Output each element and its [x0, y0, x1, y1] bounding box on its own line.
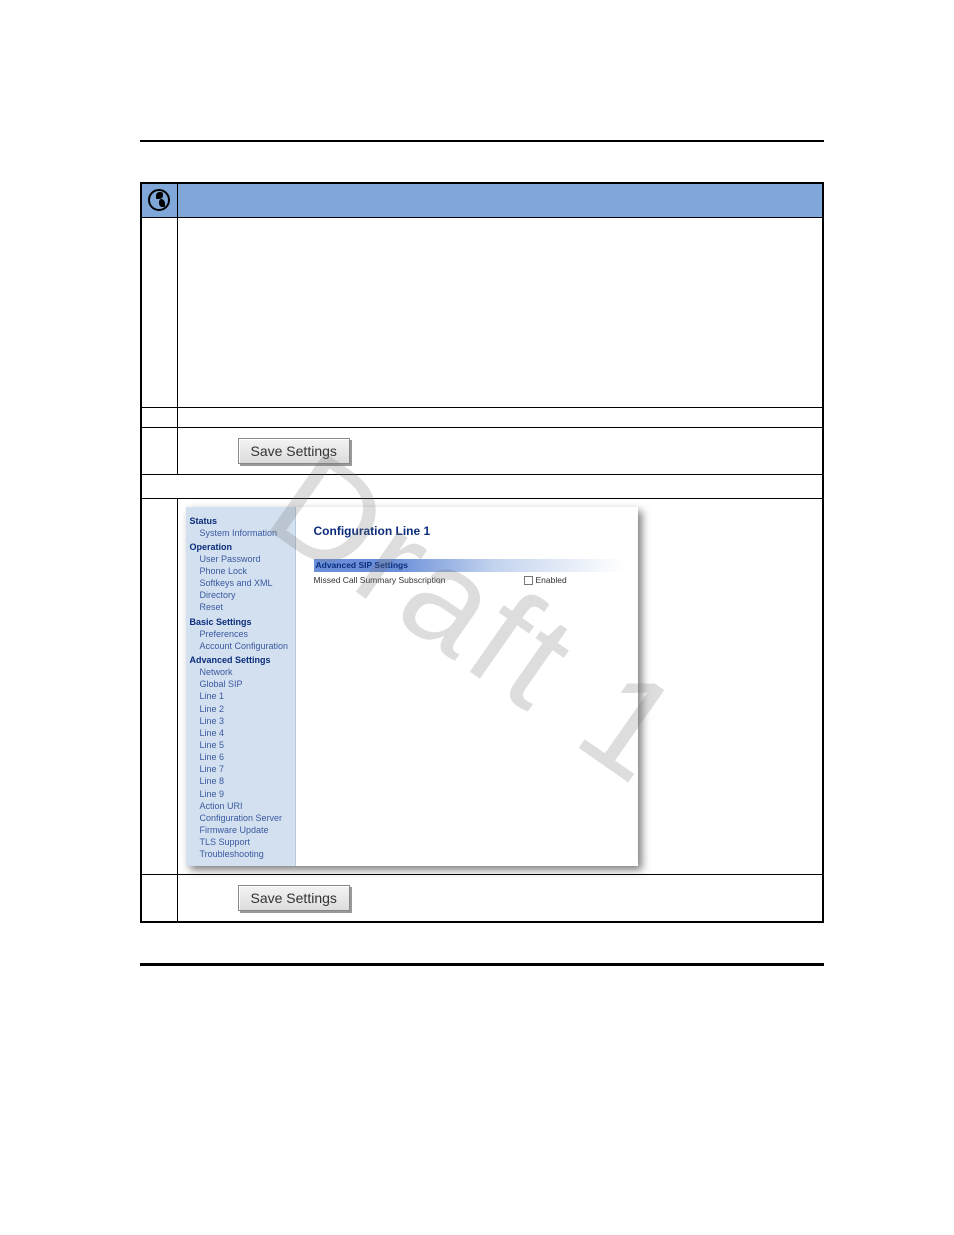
- save-button[interactable]: Save Settings: [238, 438, 350, 464]
- step-content-cell: [177, 217, 823, 407]
- screenshot-cell: StatusSystem Information OperationUser Pa…: [177, 498, 823, 875]
- table-row: [141, 217, 823, 407]
- spacer-left: [141, 474, 177, 498]
- screenshot-row: StatusSystem Information OperationUser Pa…: [141, 498, 823, 875]
- sidebar-group-header: Operation: [190, 541, 291, 553]
- step-number-cell: [141, 875, 177, 923]
- sidebar-item[interactable]: Network: [190, 666, 291, 678]
- sidebar-item[interactable]: Directory: [190, 589, 291, 601]
- globe-icon: [148, 189, 170, 211]
- sidebar-group-header: Advanced Settings: [190, 654, 291, 666]
- procedure-table: Save Settings StatusSystem Information Op…: [140, 182, 824, 923]
- sidebar-group-header: Status: [190, 515, 291, 527]
- checkbox-group: Enabled: [524, 575, 567, 586]
- sidebar-item[interactable]: Line 4: [190, 727, 291, 739]
- sidebar-item[interactable]: Line 7: [190, 763, 291, 775]
- step-number-cell: [141, 498, 177, 875]
- sidebar-item[interactable]: System Information: [190, 527, 291, 539]
- sidebar-item[interactable]: Line 3: [190, 715, 291, 727]
- step-content-cell: [177, 407, 823, 427]
- table-header-row: [141, 183, 823, 217]
- admin-main: Configuration Line 1 Advanced SIP Settin…: [296, 507, 638, 867]
- sidebar-item[interactable]: Line 2: [190, 703, 291, 715]
- bottom-horizontal-rule: [140, 963, 824, 966]
- sidebar-item[interactable]: TLS Support: [190, 836, 291, 848]
- table-row: [141, 407, 823, 427]
- step-content-cell: Save Settings: [177, 875, 823, 923]
- sidebar-item[interactable]: Line 1: [190, 690, 291, 702]
- admin-sidebar: StatusSystem Information OperationUser Pa…: [186, 507, 296, 867]
- sidebar-item[interactable]: Line 6: [190, 751, 291, 763]
- sidebar-item[interactable]: Configuration Server: [190, 812, 291, 824]
- field-row: Missed Call Summary Subscription Enabled: [314, 575, 624, 586]
- sidebar-item[interactable]: Global SIP: [190, 678, 291, 690]
- step-content-cell: Save Settings: [177, 427, 823, 474]
- document-page: Save Settings StatusSystem Information Op…: [0, 0, 954, 1235]
- header-title-cell: [177, 183, 823, 217]
- sidebar-group-header: Basic Settings: [190, 616, 291, 628]
- step-number-cell: [141, 217, 177, 407]
- field-label: Missed Call Summary Subscription: [314, 575, 524, 586]
- sidebar-item[interactable]: Line 8: [190, 775, 291, 787]
- sidebar-item[interactable]: Line 9: [190, 788, 291, 800]
- enabled-checkbox[interactable]: [524, 576, 533, 585]
- step-number-cell: [141, 427, 177, 474]
- spacer-row: [141, 474, 823, 498]
- save-step-row: Save Settings: [141, 875, 823, 923]
- sidebar-item[interactable]: Action URI: [190, 800, 291, 812]
- step-number-cell: [141, 407, 177, 427]
- spacer-right: [177, 474, 823, 498]
- checkbox-label: Enabled: [536, 575, 567, 586]
- sidebar-item[interactable]: Phone Lock: [190, 565, 291, 577]
- config-title: Configuration Line 1: [314, 523, 624, 539]
- sidebar-item[interactable]: Softkeys and XML: [190, 577, 291, 589]
- admin-panel: StatusSystem Information OperationUser Pa…: [186, 507, 638, 867]
- sidebar-item[interactable]: Reset: [190, 601, 291, 613]
- sidebar-item[interactable]: Firmware Update: [190, 824, 291, 836]
- sidebar-item[interactable]: Troubleshooting: [190, 848, 291, 860]
- header-icon-cell: [141, 183, 177, 217]
- section-header-bar: Advanced SIP Settings: [314, 559, 624, 572]
- sidebar-item[interactable]: Preferences: [190, 628, 291, 640]
- save-step-row: Save Settings: [141, 427, 823, 474]
- save-button[interactable]: Save Settings: [238, 885, 350, 911]
- top-horizontal-rule: [140, 140, 824, 142]
- sidebar-item[interactable]: User Password: [190, 553, 291, 565]
- sidebar-item[interactable]: Account Configuration: [190, 640, 291, 652]
- sidebar-item[interactable]: Line 5: [190, 739, 291, 751]
